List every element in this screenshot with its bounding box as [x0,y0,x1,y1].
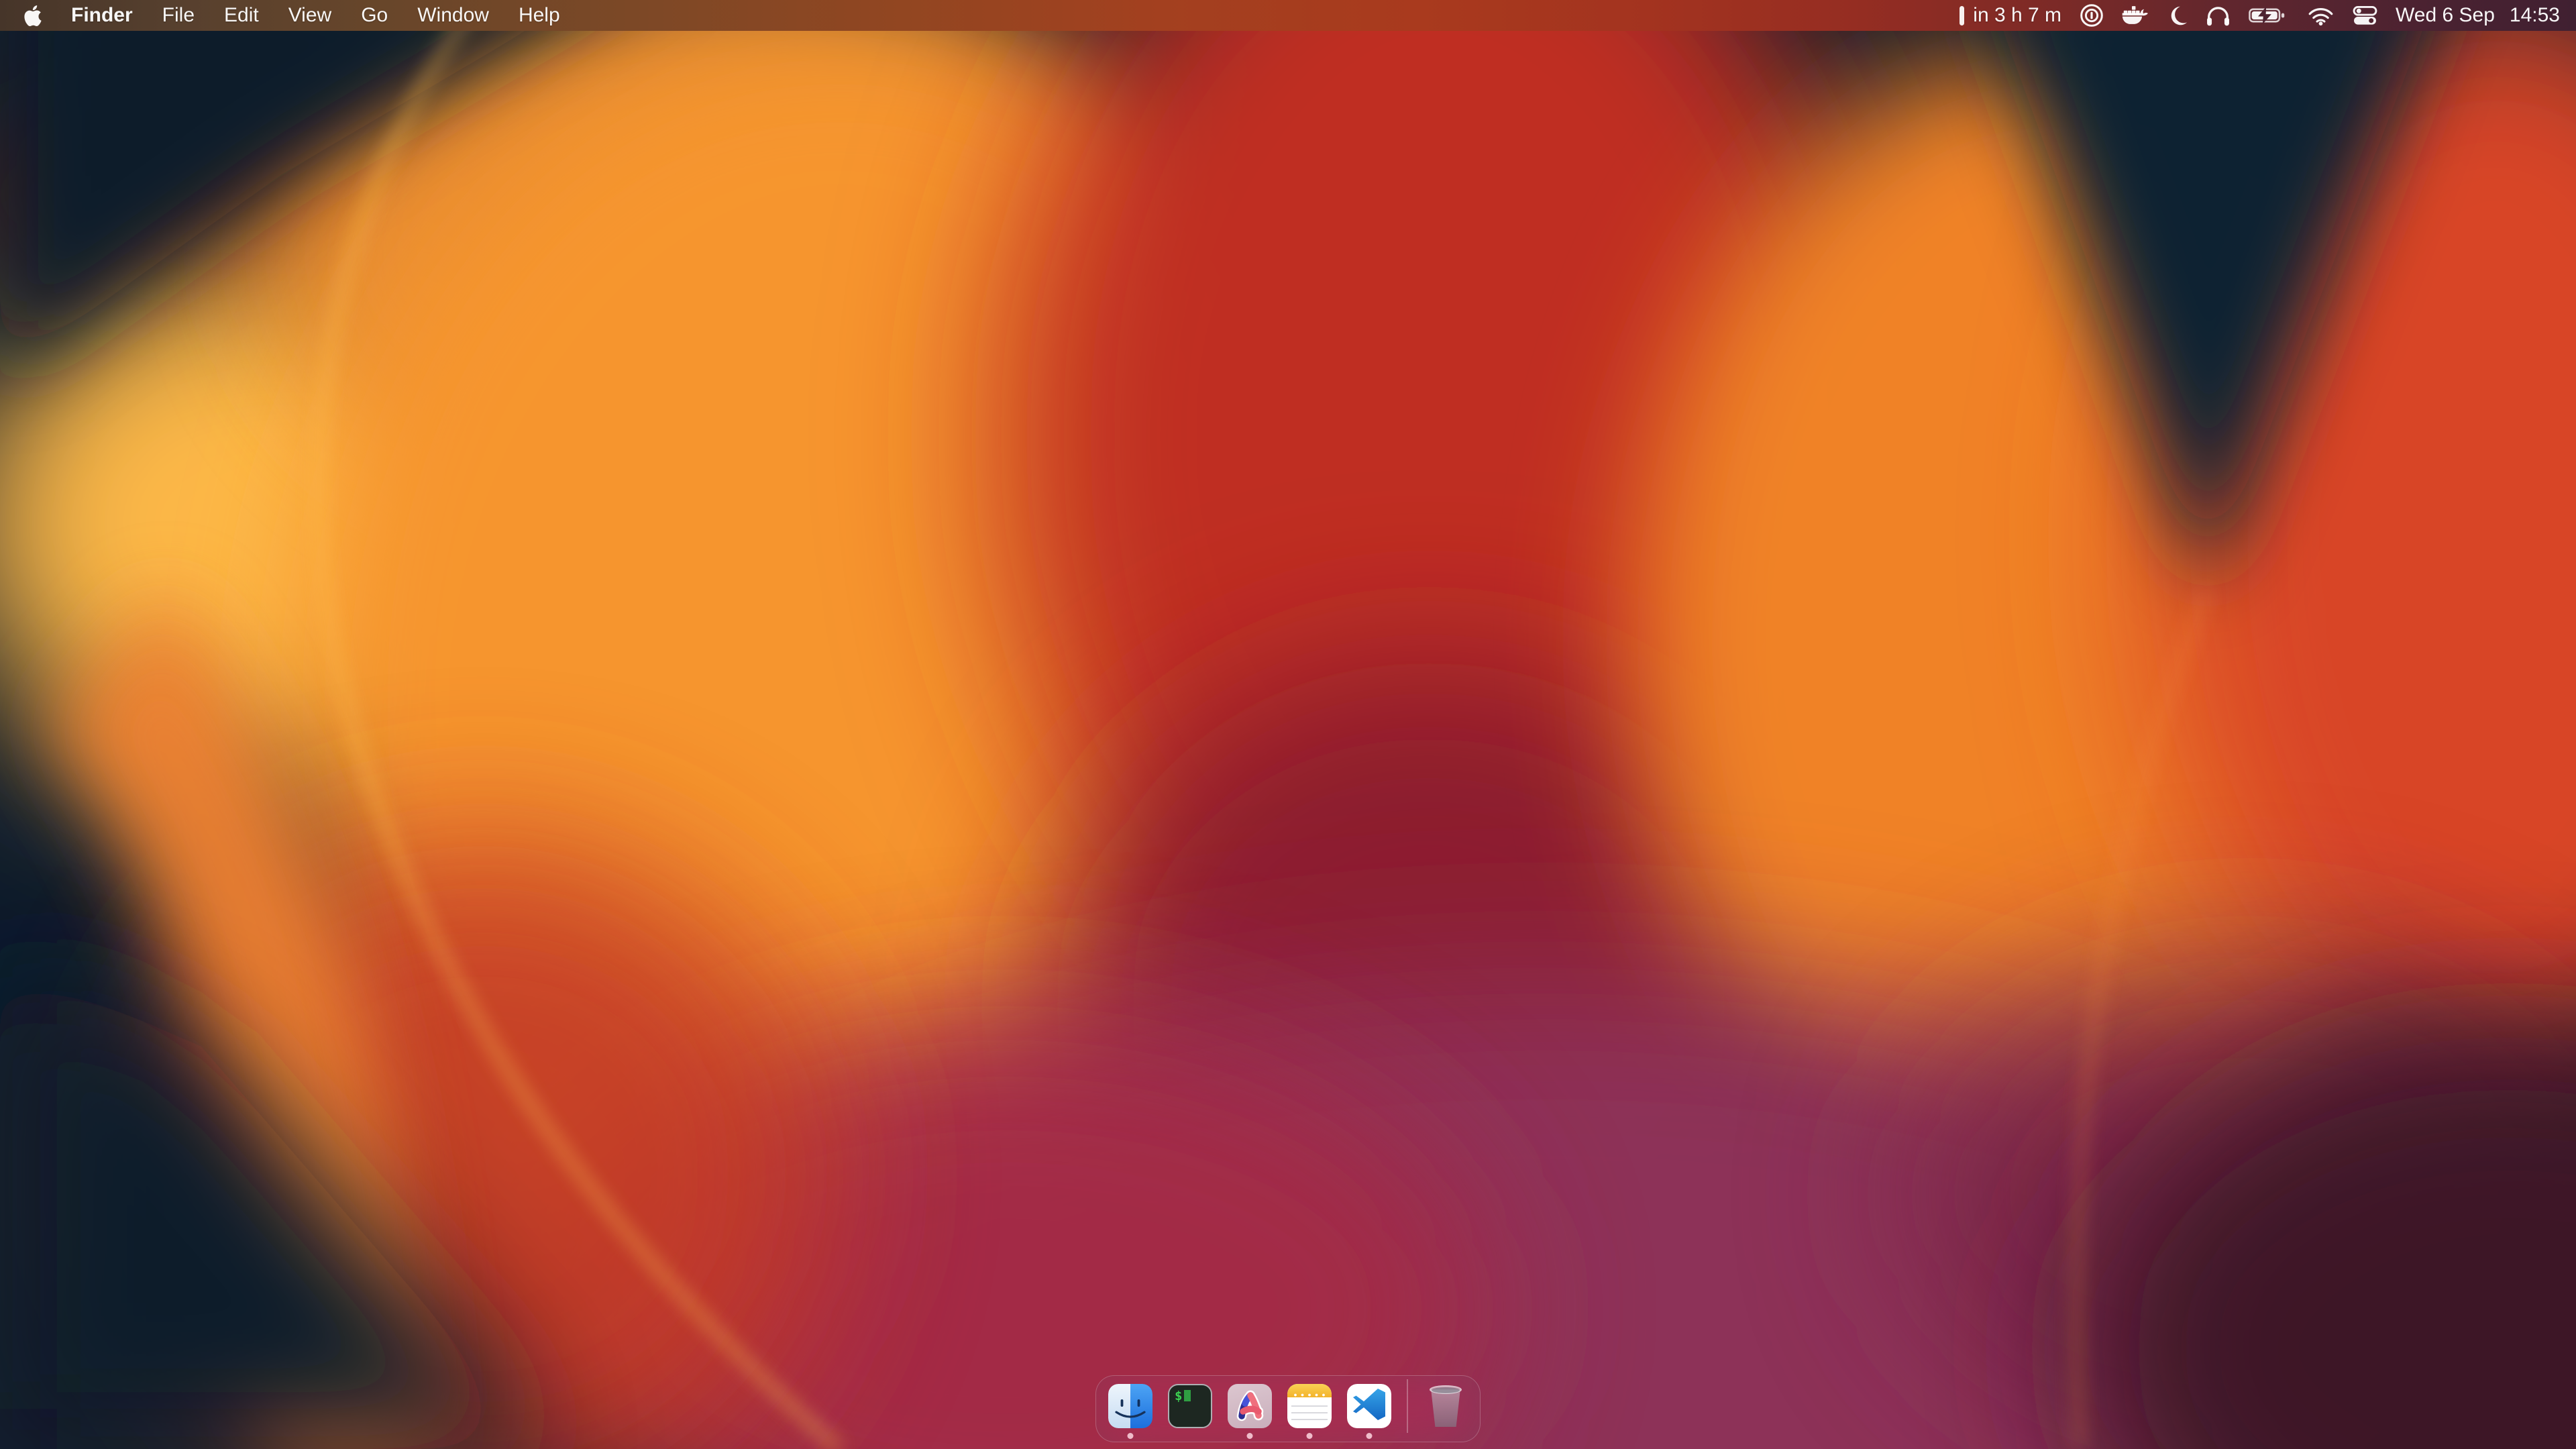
clock-time: 14:53 [2510,4,2560,27]
status-control-center[interactable] [2353,5,2377,26]
finder-icon [1108,1384,1152,1428]
apple-icon [24,5,42,26]
timer-text: in 3 h 7 m [1973,4,2061,27]
notes-icon [1287,1384,1332,1428]
status-timer[interactable]: in 3 h 7 m [1960,4,2061,27]
menu-window[interactable]: Window [417,4,489,27]
status-audio[interactable] [2206,5,2231,26]
status-battery[interactable] [2249,5,2289,25]
apple-menu[interactable] [24,5,42,26]
menu-go[interactable]: Go [361,4,388,27]
menu-view[interactable]: View [288,4,331,27]
menu-file[interactable]: File [162,4,195,27]
battery-charging-icon [2249,5,2289,25]
status-wifi[interactable] [2307,5,2334,25]
dock-item-notes[interactable] [1287,1384,1332,1428]
dock: $ [1095,1375,1481,1442]
wifi-icon [2307,5,2334,25]
control-center-icon [2353,5,2377,26]
docker-icon [2122,5,2149,26]
running-indicator [1307,1433,1313,1439]
terminal-prompt: $ [1175,1389,1182,1403]
terminal-cursor [1184,1390,1191,1401]
dock-item-finder[interactable] [1108,1384,1152,1428]
running-indicator [1247,1433,1253,1439]
menu-help[interactable]: Help [519,4,560,27]
trash-icon [1428,1385,1463,1427]
running-indicator [1366,1433,1373,1439]
status-docker[interactable] [2122,5,2149,26]
desktop-wallpaper [0,0,2576,1449]
arc-a-glyph [1228,1384,1272,1428]
terminal-icon: $ [1168,1384,1212,1428]
status-focus[interactable] [2167,5,2188,26]
running-indicator [1128,1433,1134,1439]
menu-bar-clock[interactable]: Wed 6 Sep 14:53 [2396,4,2560,27]
vscode-icon [1347,1384,1391,1428]
menu-bar-left: Finder File Edit View Go Window Help [0,4,560,27]
dock-item-arc[interactable] [1228,1384,1272,1428]
app-menu-finder[interactable]: Finder [71,4,133,27]
menu-edit[interactable]: Edit [224,4,259,27]
focus-moon-icon [2167,5,2188,26]
onepassword-icon [2080,3,2104,28]
status-1password[interactable] [2080,3,2104,28]
headphones-icon [2206,5,2231,26]
clock-date: Wed 6 Sep [2396,4,2495,27]
dock-separator [1407,1379,1408,1433]
arc-browser-icon [1228,1384,1272,1428]
menu-bar: Finder File Edit View Go Window Help in … [0,0,2576,31]
dock-item-trash[interactable] [1424,1384,1468,1428]
wallpaper-art [0,0,2576,1449]
dock-item-vscode[interactable] [1347,1384,1391,1428]
dock-item-terminal[interactable]: $ [1168,1384,1212,1428]
timer-bar-icon [1960,6,1964,25]
menu-bar-status: in 3 h 7 m [1960,3,2576,28]
trash-rim-inner [1432,1387,1460,1393]
